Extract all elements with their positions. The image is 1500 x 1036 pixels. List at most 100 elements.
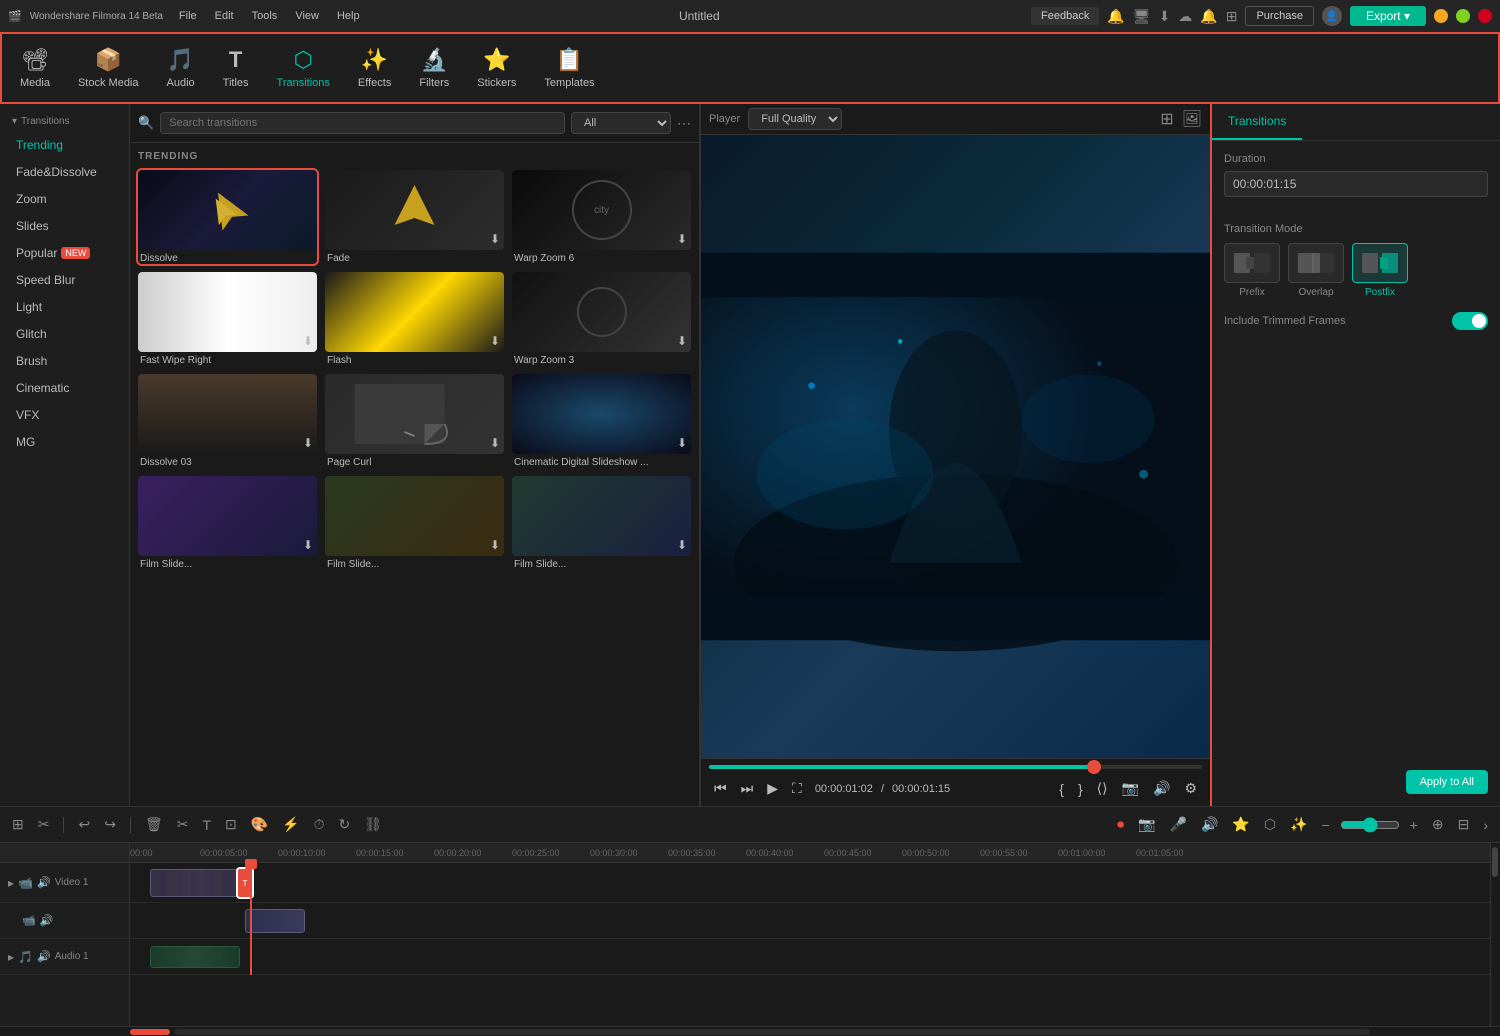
tl-undo-btn[interactable]: ↩ <box>74 813 94 836</box>
video-clip-1[interactable] <box>150 869 240 897</box>
mode-overlap[interactable]: Overlap <box>1288 243 1344 298</box>
toolbar-transitions[interactable]: ⬡ Transitions <box>263 38 344 98</box>
bell-icon[interactable]: 🔔 <box>1107 8 1124 25</box>
filter-select[interactable]: All Downloaded <box>571 112 671 134</box>
settings-btn[interactable]: ⚙ <box>1179 777 1202 800</box>
tl-clock-btn[interactable]: ⏱ <box>310 813 329 836</box>
screenshot-icon[interactable]: 🖼 <box>1182 109 1202 129</box>
tl-layout-btn[interactable]: ⊟ <box>1454 813 1474 836</box>
sidebar-section-transitions[interactable]: ▾ Transitions <box>0 112 129 131</box>
tl-scissors-btn[interactable]: ✂ <box>34 813 54 836</box>
tl-redo-btn[interactable]: ↪ <box>100 813 120 836</box>
duration-input[interactable] <box>1224 171 1488 197</box>
tl-grid-btn[interactable]: ⊞ <box>8 813 28 836</box>
tl-effect-btn[interactable]: ✨ <box>1286 813 1311 836</box>
grid-item-warp-zoom-3[interactable]: ⬇ Warp Zoom 3 <box>512 272 691 366</box>
video-clip-2[interactable] <box>245 909 305 933</box>
toolbar-stock-media[interactable]: 📦 Stock Media <box>64 38 153 98</box>
tl-unlink-btn[interactable]: ⛓ <box>360 813 386 836</box>
quality-select[interactable]: Full Quality 1/2 Quality 1/4 Quality <box>748 108 842 130</box>
grid-item-page-curl[interactable]: ⬇ Page Curl <box>325 374 504 468</box>
tl-mic-btn[interactable]: 🎤 <box>1166 813 1191 836</box>
sidebar-item-vfx[interactable]: VFX <box>4 402 125 428</box>
menu-help[interactable]: Help <box>329 8 368 24</box>
notification-icon[interactable]: 🔔 <box>1200 8 1217 25</box>
zoom-slider[interactable] <box>1340 817 1400 833</box>
video-track-expand[interactable]: ▸ <box>8 876 14 890</box>
mark-out-button[interactable]: } <box>1073 777 1088 800</box>
grid-item-film2[interactable]: ⬇ Film Slide... <box>325 476 504 570</box>
tl-speed-btn[interactable]: ⚡ <box>278 813 303 836</box>
grid-icon[interactable]: ⊞ <box>1226 8 1238 25</box>
vertical-scrollbar[interactable] <box>1490 843 1500 1026</box>
toolbar-stickers[interactable]: ⭐ Stickers <box>463 38 530 98</box>
search-input[interactable] <box>160 112 565 134</box>
audio-btn[interactable]: 🔊 <box>1148 777 1175 800</box>
grid-item-fast-wipe-right[interactable]: ⬇ Fast Wipe Right <box>138 272 317 366</box>
trimmed-toggle[interactable] <box>1452 312 1488 330</box>
download-icon[interactable]: ⬇ <box>1159 8 1171 25</box>
tl-plus-btn[interactable]: + <box>1406 814 1422 836</box>
toolbar-audio[interactable]: 🎵 Audio <box>153 38 209 98</box>
grid-view-icon[interactable]: ⊞ <box>1160 109 1173 129</box>
grid-item-flash[interactable]: ⬇ Flash <box>325 272 504 366</box>
sidebar-item-slides[interactable]: Slides <box>4 213 125 239</box>
purchase-button[interactable]: Purchase <box>1245 6 1313 26</box>
sidebar-item-cinematic[interactable]: Cinematic <box>4 375 125 401</box>
tl-delete-btn[interactable]: 🗑 <box>141 813 167 836</box>
fullscreen-button[interactable]: ⛶ <box>787 777 807 800</box>
user-avatar[interactable]: 👤 <box>1322 6 1342 26</box>
tl-transition-btn[interactable]: ⬡ <box>1260 813 1280 836</box>
tl-text-btn[interactable]: T <box>198 814 215 836</box>
menu-view[interactable]: View <box>287 8 327 24</box>
sidebar-item-glitch[interactable]: Glitch <box>4 321 125 347</box>
more-options-icon[interactable]: ⋯ <box>677 115 691 132</box>
mark-in-button[interactable]: { <box>1054 777 1069 800</box>
audio-mute-btn[interactable]: 🔊 <box>37 876 51 889</box>
feedback-button[interactable]: Feedback <box>1031 7 1099 25</box>
cloud-icon[interactable]: ☁ <box>1178 8 1192 25</box>
grid-item-dissolve[interactable]: Dissolve <box>138 170 317 264</box>
maximize-button[interactable] <box>1456 9 1470 23</box>
mode-prefix[interactable]: Prefix <box>1224 243 1280 298</box>
grid-item-cinematic[interactable]: ⬇ Cinematic Digital Slideshow ... <box>512 374 691 468</box>
sidebar-item-fade-dissolve[interactable]: Fade&Dissolve <box>4 159 125 185</box>
progress-bar[interactable] <box>709 765 1202 769</box>
toolbar-media[interactable]: 📽 Media <box>6 38 64 98</box>
tl-rotate-btn[interactable]: ↻ <box>335 813 355 836</box>
sidebar-item-light[interactable]: Light <box>4 294 125 320</box>
screenshot-btn[interactable]: 📷 <box>1117 777 1144 800</box>
close-button[interactable] <box>1478 9 1492 23</box>
prev-frame-button[interactable]: ⟨⟩ <box>1092 777 1113 800</box>
sidebar-item-speed-blur[interactable]: Speed Blur <box>4 267 125 293</box>
mode-postfix[interactable]: Postfix <box>1352 243 1408 298</box>
tl-record-btn[interactable]: ⏺ <box>1113 813 1128 836</box>
grid-item-fade[interactable]: ⬇ Fade <box>325 170 504 264</box>
horizontal-scrollbar[interactable] <box>0 1026 1500 1036</box>
play-button[interactable]: ▶ <box>762 777 783 800</box>
grid-item-film3[interactable]: ⬇ Film Slide... <box>512 476 691 570</box>
audio-mute2-btn[interactable]: 🔊 <box>40 914 54 927</box>
grid-item-dissolve-03[interactable]: ⬇ Dissolve 03 <box>138 374 317 468</box>
sidebar-item-mg[interactable]: MG <box>4 429 125 455</box>
tl-minus-btn[interactable]: − <box>1317 814 1333 836</box>
toolbar-titles[interactable]: T Titles <box>209 38 263 98</box>
tl-cut-btn[interactable]: ✂ <box>173 813 193 836</box>
tl-add-track-btn[interactable]: ⊕ <box>1428 813 1448 836</box>
apply-to-all-button[interactable]: Apply to All <box>1406 770 1488 794</box>
grid-item-warp-zoom-6[interactable]: city ⬇ Warp Zoom 6 <box>512 170 691 264</box>
menu-file[interactable]: File <box>171 8 205 24</box>
sidebar-item-brush[interactable]: Brush <box>4 348 125 374</box>
sidebar-item-popular[interactable]: Popular NEW <box>4 240 125 266</box>
tab-transitions[interactable]: Transitions <box>1212 104 1302 140</box>
monitor-icon[interactable]: 🖥 <box>1133 8 1151 25</box>
tl-more-btn[interactable]: › <box>1479 814 1492 836</box>
audio-mute3-btn[interactable]: 🔊 <box>37 950 51 963</box>
sidebar-item-zoom[interactable]: Zoom <box>4 186 125 212</box>
tl-crop-btn[interactable]: ⊡ <box>221 813 241 836</box>
sidebar-item-trending[interactable]: Trending <box>4 132 125 158</box>
audio-clip-1[interactable] <box>150 946 240 968</box>
audio-track-expand[interactable]: ▸ <box>8 950 14 964</box>
tl-sticker-btn[interactable]: ⭐ <box>1228 813 1253 836</box>
menu-edit[interactable]: Edit <box>207 8 242 24</box>
